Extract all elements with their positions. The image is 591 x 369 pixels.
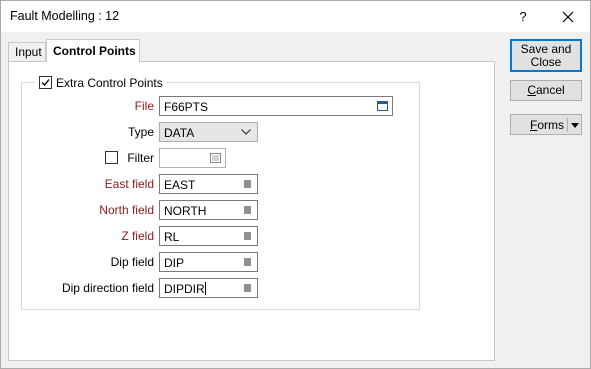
tab-input[interactable]: Input [8, 42, 46, 62]
filter-list-icon[interactable] [210, 153, 221, 163]
extra-control-points-label: Extra Control Points [56, 75, 163, 90]
cancel-label-accel: C [527, 83, 536, 97]
dropdown-arrow-icon[interactable] [571, 123, 579, 128]
extra-control-points-checkbox[interactable] [39, 76, 52, 89]
file-browse-icon[interactable] [377, 101, 388, 111]
extra-control-points-toggle[interactable]: Extra Control Points [35, 74, 167, 91]
file-value: F66PTS [164, 100, 209, 114]
dip-field-input[interactable]: DIP [159, 252, 258, 272]
dip-field-label: Dip field [110, 255, 154, 269]
dip-direction-field-label: Dip direction field [61, 281, 154, 295]
filter-row: Filter [9, 148, 496, 168]
dip-direction-field-row: Dip direction field DIPDIR [9, 278, 496, 298]
dip-field-value: DIP [164, 256, 185, 270]
north-field-input[interactable]: NORTH [159, 200, 258, 220]
save-button-line2: Close [530, 55, 562, 69]
dip-direction-field-value: DIPDIR [164, 282, 205, 296]
extra-control-points-group [21, 82, 420, 310]
forms-label-post: orms [537, 118, 565, 132]
text-caret [204, 282, 206, 295]
save-and-close-button[interactable]: Save and Close [510, 39, 582, 72]
close-button[interactable] [556, 7, 580, 27]
cancel-label-post: ancel [535, 83, 565, 97]
file-label: File [134, 99, 154, 113]
type-label: Type [127, 125, 154, 139]
field-list-icon[interactable] [242, 283, 253, 293]
checkmark-icon [41, 79, 50, 86]
file-row: File F66PTS [9, 96, 496, 116]
window-title: Fault Modelling : 12 [10, 9, 120, 23]
chevron-down-icon [241, 129, 251, 135]
type-row: Type DATA [9, 122, 496, 142]
east-field-row: East field EAST [9, 174, 496, 194]
dip-field-row: Dip field DIP [9, 252, 496, 272]
east-field-input[interactable]: EAST [159, 174, 258, 194]
cancel-button[interactable]: Cancel [510, 80, 582, 101]
close-icon [562, 11, 574, 23]
title-bar: Fault Modelling : 12 ? [1, 1, 590, 32]
help-button[interactable]: ? [511, 7, 535, 27]
east-field-label: East field [104, 177, 154, 191]
z-field-row: Z field RL [9, 226, 496, 246]
z-field-value: RL [164, 230, 180, 244]
field-list-icon[interactable] [242, 179, 253, 189]
field-list-icon[interactable] [242, 205, 253, 215]
dip-direction-field-value-wrap: DIPDIR [164, 282, 206, 296]
dialog-window: Fault Modelling : 12 ? Input Control Poi… [0, 0, 591, 369]
z-field-label: Z field [121, 229, 154, 243]
forms-button[interactable]: Forms [510, 114, 582, 135]
filter-label: Filter [127, 151, 154, 165]
forms-label: Forms [530, 118, 564, 132]
north-field-label: North field [99, 203, 154, 217]
forms-separator [567, 118, 568, 132]
z-field-input[interactable]: RL [159, 226, 258, 246]
east-field-value: EAST [164, 178, 196, 192]
filter-input[interactable] [159, 148, 226, 168]
north-field-row: North field NORTH [9, 200, 496, 220]
north-field-value: NORTH [164, 204, 207, 218]
dip-direction-field-input[interactable]: DIPDIR [159, 278, 258, 298]
control-points-panel: Extra Control Points File F66PTS Type DA… [8, 61, 495, 361]
field-list-icon[interactable] [242, 257, 253, 267]
type-value: DATA [164, 126, 195, 140]
type-select[interactable]: DATA [159, 122, 258, 142]
file-input[interactable]: F66PTS [159, 96, 393, 116]
tab-control-points[interactable]: Control Points [46, 39, 140, 62]
field-list-icon[interactable] [242, 231, 253, 241]
